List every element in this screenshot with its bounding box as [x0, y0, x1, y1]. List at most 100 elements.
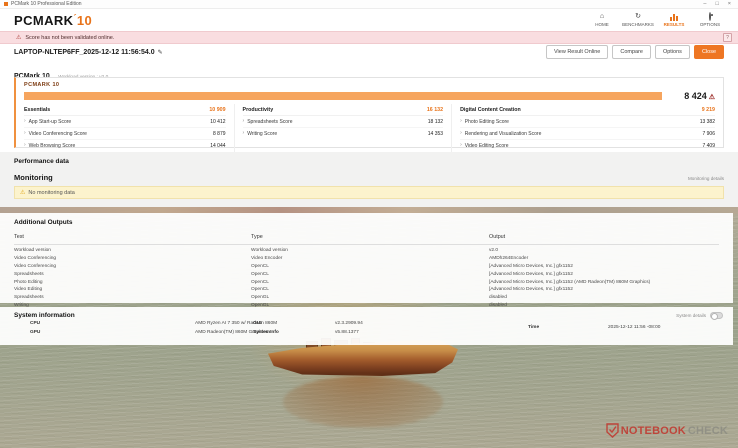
test-row-rendering[interactable]: › Rendering and Visualization Score 7 906 [460, 128, 715, 141]
cell-type: OpenCL [251, 271, 269, 277]
cell-test: Video Conferencing [14, 256, 57, 262]
main-nav: ⌂ HOME ↻ BENCHMARKS RESULTS OPTIONS [584, 12, 728, 27]
cell-type: OpenCL [251, 279, 269, 285]
cell-type: OpenCL [251, 287, 269, 293]
test-value: 10 412 [210, 118, 226, 125]
test-label: App Start-up Score [28, 118, 72, 125]
table-row: Workload version Workload version v2.0 [14, 247, 719, 255]
notebookcheck-shield-icon [606, 423, 619, 438]
test-value: 14 353 [427, 130, 444, 137]
app-header: PCMARK´10 ⌂ HOME ↻ BENCHMARKS RESULTS OP… [0, 9, 738, 31]
close-window-button[interactable]: × [728, 0, 731, 9]
cpu-label: CPU [30, 321, 41, 326]
test-row-app-startup[interactable]: › App Start-up Score 10 412 [24, 116, 226, 129]
nav-home-label: HOME [595, 22, 609, 27]
productivity-score: 16 132 [426, 106, 444, 113]
time-label: Time [528, 325, 540, 330]
window-titlebar: PCMark 10 Professional Edition – □ × [0, 0, 738, 9]
options-button[interactable]: Options [654, 45, 690, 59]
nav-results-label: RESULTS [663, 22, 685, 27]
cell-type: Video Encoder [251, 256, 283, 262]
group-essentials-label: Essentials [24, 106, 51, 113]
test-row-writing[interactable]: › Writing Score 14 353 [243, 128, 444, 139]
cell-type: OpenCL [251, 263, 269, 269]
compare-button[interactable]: Compare [612, 45, 651, 59]
home-icon: ⌂ [599, 13, 605, 20]
validation-warning-text: Score has not been validated online. [25, 34, 115, 41]
test-value: 7 409 [702, 142, 715, 149]
monitoring-details-link[interactable]: Monitoring details [688, 176, 724, 181]
help-button[interactable]: ? [723, 33, 732, 42]
table-row: Spreadsheets OpenGL disabled [14, 294, 719, 302]
warning-triangle-icon: ⚠ [20, 190, 26, 196]
system-information-panel: System information System details CPU AM… [0, 307, 733, 345]
no-monitoring-data-text: No monitoring data [28, 189, 75, 196]
digital-content-creation-column: Digital Content Creation 9 219 › Photo Edi… [451, 104, 723, 152]
nav-benchmarks-label: BENCHMARKS [622, 22, 654, 27]
test-value: 13 382 [699, 118, 715, 125]
nav-home[interactable]: ⌂ HOME [584, 13, 620, 27]
cell-test: Spreadsheets [14, 295, 44, 301]
cell-type: Workload version [251, 248, 288, 254]
col-header-output: Output [489, 234, 506, 240]
table-row: Video Conferencing Video Encoder AMDh264En… [14, 255, 719, 263]
additional-outputs-title: Additional Outputs [14, 219, 73, 226]
test-label: Video Editing Score [464, 142, 509, 149]
test-row-video-editing[interactable]: › Video Editing Score 7 409 [460, 140, 715, 151]
chevron-right-icon: › [460, 142, 462, 149]
productivity-column: Productivity 16 132 › Spreadsheets Score 18… [233, 104, 452, 152]
overall-score: 8 424 ⚠ [684, 91, 715, 101]
nav-benchmarks[interactable]: ↻ BENCHMARKS [620, 13, 656, 27]
edit-name-icon[interactable]: ✎ [158, 49, 163, 56]
cell-test: Spreadsheets [14, 271, 44, 277]
minimize-button[interactable]: – [703, 0, 706, 9]
results-barchart-icon [670, 13, 678, 21]
table-row: Video Editing OpenCL [Advanced Micro Devic… [14, 286, 719, 294]
systeminfo-label: SystemInfo [253, 330, 279, 335]
chevron-right-icon: › [24, 130, 26, 137]
chevron-right-icon: › [460, 118, 462, 125]
table-row: Spreadsheets OpenCL [Advanced Micro Device… [14, 270, 719, 278]
gpu-label: GPU [30, 330, 41, 335]
test-row-video-conferencing[interactable]: › Video Conferencing Score 8 879 [24, 128, 226, 141]
system-details-toggle[interactable] [710, 312, 723, 320]
gear-icon [709, 12, 711, 21]
time-value: 2025-12-12 11:56 -08:00 [608, 325, 661, 330]
col-header-test: Test [14, 234, 24, 240]
group-productivity-label: Productivity [242, 106, 274, 113]
essentials-score: 10 909 [209, 106, 226, 113]
close-result-button[interactable]: Close [693, 45, 724, 59]
test-value: 7 906 [702, 130, 715, 137]
boat-hull [268, 340, 458, 376]
score-card: PCMARK 10 8 424 ⚠ Essentials 10 909 › App S… [14, 77, 724, 152]
cell-output: [Advanced Micro Devices, Inc.] gfx1152 [489, 271, 573, 277]
logo-text: PCMARK [14, 12, 74, 28]
cell-type: OpenGL [251, 295, 270, 301]
app-window-icon [4, 2, 8, 6]
nav-options[interactable]: OPTIONS [692, 12, 728, 27]
performance-data-section: Performance data Monitoring Monitoring d… [0, 152, 738, 207]
test-row-photo-editing[interactable]: › Photo Editing Score 13 382 [460, 116, 715, 129]
result-action-row: LAPTOP-NLTEP6FF_2025-12-12 11:56:54.0 ✎ … [14, 44, 724, 60]
notebookcheck-watermark: NOTEBOOK CHECK [606, 423, 728, 438]
test-label: Video Conferencing Score [28, 130, 87, 137]
boat-reflection [283, 376, 443, 428]
nav-results[interactable]: RESULTS [656, 13, 692, 27]
test-row-web-browsing[interactable]: › Web Browsing Score 14 044 [24, 140, 226, 151]
maximize-button[interactable]: □ [715, 0, 718, 9]
test-value: 18 132 [427, 118, 444, 125]
dcc-score: 9 219 [701, 106, 715, 113]
test-row-spreadsheets[interactable]: › Spreadsheets Score 18 132 [242, 116, 444, 129]
score-warning-icon: ⚠ [708, 94, 715, 101]
gui-value: v2.3.2909.94 [335, 321, 363, 326]
cell-output: [Advanced Micro Devices, Inc.] gfx1152 (… [489, 279, 651, 285]
table-row: Photo Editing OpenCL [Advanced Micro Devic… [14, 278, 719, 286]
warning-triangle-icon: ⚠ [16, 35, 22, 41]
chevron-right-icon: › [242, 118, 245, 125]
gui-label: GUI [253, 321, 262, 326]
test-label: Writing Score [247, 130, 278, 137]
view-result-online-button[interactable]: View Result Online [545, 45, 609, 59]
cell-output: AMDh264Encoder [489, 256, 529, 262]
performance-data-title: Performance data [14, 158, 69, 165]
chevron-right-icon: › [24, 118, 26, 125]
